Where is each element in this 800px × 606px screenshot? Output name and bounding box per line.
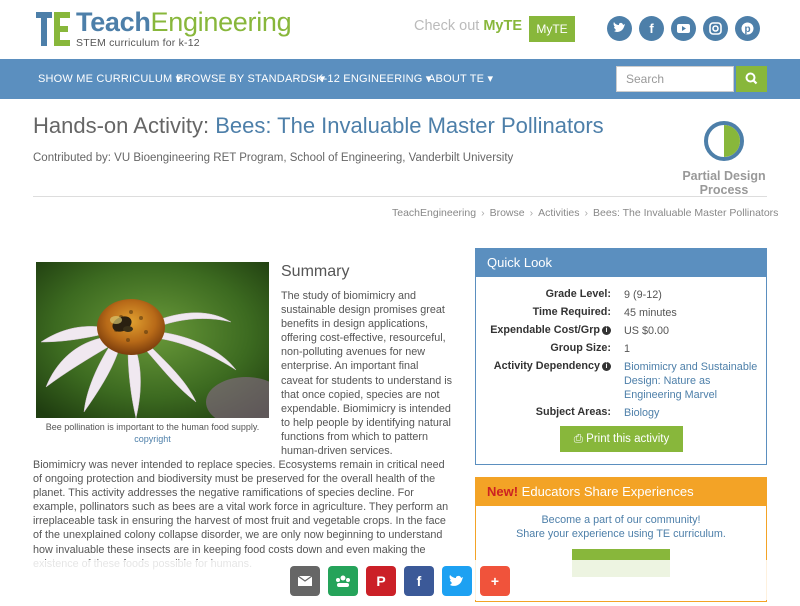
myte-button[interactable]: MyTE: [529, 16, 575, 42]
contributed-by: Contributed by: VU Bioengineering RET Pr…: [33, 152, 514, 164]
checkout-myte-text[interactable]: Check out MyTE: [414, 18, 522, 34]
ql-label: Time Required:: [532, 306, 611, 318]
instagram-icon[interactable]: [703, 16, 728, 41]
info-icon[interactable]: i: [602, 362, 611, 371]
share-toolbar: [0, 560, 800, 600]
youtube-icon[interactable]: [671, 16, 696, 41]
google-classroom-icon: [336, 575, 350, 587]
svg-text:p: p: [744, 24, 750, 35]
ql-label: Grade Level:: [545, 288, 611, 300]
pinterest-icon[interactable]: p: [735, 16, 760, 41]
facebook-share-button[interactable]: f: [404, 566, 434, 596]
search-button[interactable]: [736, 66, 767, 92]
educators-heading: New! Educators Share Experiences: [476, 478, 766, 506]
summary-text-continued: Biomimicry was never intended to replace…: [33, 459, 449, 570]
ql-value: 1: [624, 343, 631, 355]
chevron-down-icon: ▾: [487, 73, 494, 85]
breadcrumb-current: Bees: The Invaluable Master Pollinators: [593, 207, 779, 219]
breadcrumb-browse[interactable]: Browse: [490, 207, 525, 219]
ql-label: Group Size:: [550, 342, 611, 354]
design-process-label[interactable]: Partial Design Process: [678, 169, 770, 197]
subject-link[interactable]: Biology: [624, 406, 759, 420]
chevron-right-icon: ›: [481, 207, 485, 219]
educators-heading-text: Educators Share Experiences: [518, 484, 694, 499]
facebook-icon[interactable]: f: [639, 16, 664, 41]
logo-text-engineering: Engineering: [150, 7, 292, 37]
copyright-link[interactable]: copyright: [36, 434, 269, 444]
chevron-right-icon: ›: [529, 207, 534, 219]
twitter-icon[interactable]: [607, 16, 632, 41]
search-input[interactable]: Search: [616, 66, 734, 92]
myte-brand: MyTE: [483, 18, 522, 34]
twitter-share-button[interactable]: [442, 566, 472, 596]
page-title: Hands-on Activity: Bees: The Invaluable …: [33, 113, 604, 139]
print-icon: ⎙: [573, 433, 583, 445]
ql-label: Activity Dependency i: [494, 360, 611, 372]
google-classroom-share-button[interactable]: [328, 566, 358, 596]
email-icon: [297, 575, 313, 586]
quick-look-heading: Quick Look: [476, 249, 766, 277]
nav-browse-by-standards[interactable]: BROWSE BY STANDARDS ▾: [176, 59, 325, 99]
teachengineering-logo-icon[interactable]: [36, 12, 70, 46]
ql-label-text: Activity Dependency: [493, 360, 600, 372]
pinterest-share-button[interactable]: P: [366, 566, 396, 596]
community-line: Become a part of our community!: [541, 514, 701, 526]
ql-label-text: Expendable Cost/Grp: [490, 324, 600, 336]
breadcrumb: TeachEngineering › Browse › Activities › Bees:…: [392, 207, 778, 219]
header-divider: [33, 196, 767, 197]
quick-look-panel: Quick Look Grade Level: 9 (9-12) Time Re…: [475, 248, 767, 465]
nav-k12-engineering[interactable]: K-12 ENGINEERING ▾: [316, 59, 432, 99]
checkout-label: Check out: [414, 18, 484, 34]
more-share-button[interactable]: +: [480, 566, 510, 596]
activity-dependency-link[interactable]: Biomimicry and Sustainable Design: Natur…: [624, 360, 759, 402]
ql-value: 45 minutes: [624, 307, 677, 319]
ql-label: Subject Areas:: [535, 406, 611, 418]
site-logo-title[interactable]: TeachEngineering: [76, 6, 292, 38]
ql-value: US $0.00: [624, 325, 670, 337]
chevron-right-icon: ›: [584, 207, 589, 219]
nav-label: K-12 ENGINEERING: [316, 73, 423, 85]
nav-label: SHOW ME CURRICULUM: [38, 73, 173, 85]
twitter-icon: [449, 575, 463, 586]
nav-label: ABOUT TE: [428, 73, 485, 85]
ql-value: 9 (9-12): [624, 289, 662, 301]
share-experience-line: Share your experience using TE curriculu…: [516, 528, 726, 540]
new-badge: New!: [487, 484, 519, 499]
site-tagline: STEM curriculum for k-12: [76, 37, 200, 49]
breadcrumb-activities[interactable]: Activities: [538, 207, 579, 219]
pinterest-icon: P: [376, 573, 386, 589]
nav-about-te[interactable]: ABOUT TE ▾: [428, 59, 493, 99]
site-header: TeachEngineering STEM curriculum for k-1…: [0, 0, 800, 58]
bee-on-flower-image: [36, 262, 269, 418]
print-activity-button[interactable]: ⎙ Print this activity: [560, 426, 683, 452]
nav-label: BROWSE BY STANDARDS: [176, 73, 317, 85]
email-share-button[interactable]: [290, 566, 320, 596]
partial-design-process-icon[interactable]: [703, 120, 745, 162]
print-label: Print this activity: [586, 433, 670, 445]
info-icon[interactable]: i: [602, 326, 611, 335]
title-prefix: Hands-on Activity:: [33, 113, 216, 138]
title-main: Bees: The Invaluable Master Pollinators: [215, 113, 604, 138]
summary-heading: Summary: [281, 263, 350, 280]
image-caption: Bee pollination is important to the huma…: [45, 422, 260, 432]
nav-show-me-curriculum[interactable]: SHOW ME CURRICULUM ▾: [38, 59, 181, 99]
search-icon: [745, 72, 758, 85]
ql-label: Expendable Cost/Grp i: [490, 324, 611, 336]
facebook-icon: f: [416, 573, 422, 589]
summary-text: The study of biomimicry and sustainable …: [281, 290, 453, 458]
logo-text-teach: Teach: [76, 7, 151, 37]
more-icon: +: [490, 573, 500, 589]
breadcrumb-home[interactable]: TeachEngineering: [392, 207, 476, 219]
